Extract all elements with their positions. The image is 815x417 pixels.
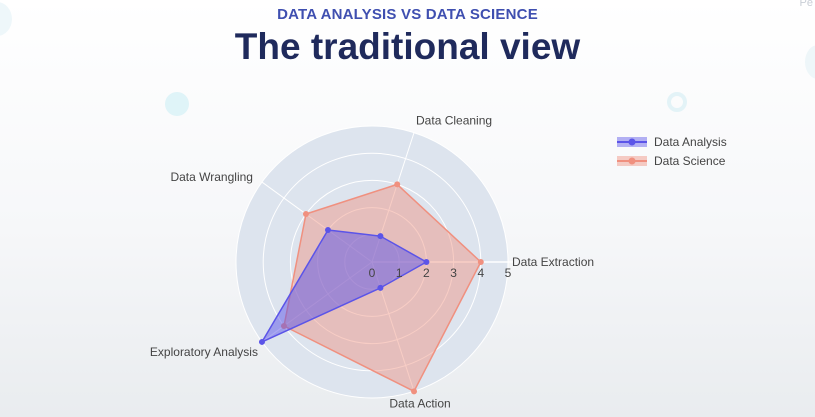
axis-label: Data Extraction [512,255,594,269]
radial-tick-label: 3 [450,266,457,280]
radial-tick-label: 0 [369,266,376,280]
data-point-data-science[interactable] [394,181,401,188]
data-point-data-science[interactable] [477,259,484,265]
data-point-data-analysis[interactable] [324,227,331,234]
radial-tick-label: 2 [423,266,430,280]
data-point-data-analysis[interactable] [377,284,384,291]
axis-label: Data Action [389,396,450,410]
data-point-data-analysis[interactable] [423,259,430,265]
data-point-data-analysis[interactable] [377,233,384,240]
radial-tick-label: 5 [505,266,512,280]
data-point-data-science[interactable] [302,211,309,218]
legend-label: Data Analysis [654,135,727,149]
radial-tick-label: 1 [396,266,403,280]
legend-swatch-data-analysis [617,137,647,147]
radar-chart: 0 1 2 3 4 5Data Extraction Data Cleaning Data W… [150,114,594,411]
data-point-data-science[interactable] [411,388,418,395]
axis-label: Data Wrangling [170,170,253,184]
axis-label: Data Cleaning [416,114,492,128]
radial-tick-label: 4 [477,266,484,280]
axis-label: Exploratory Analysis [150,345,258,359]
legend-label: Data Science [654,154,726,168]
data-point-data-analysis[interactable] [258,338,265,345]
legend-swatch-data-science [617,156,647,166]
